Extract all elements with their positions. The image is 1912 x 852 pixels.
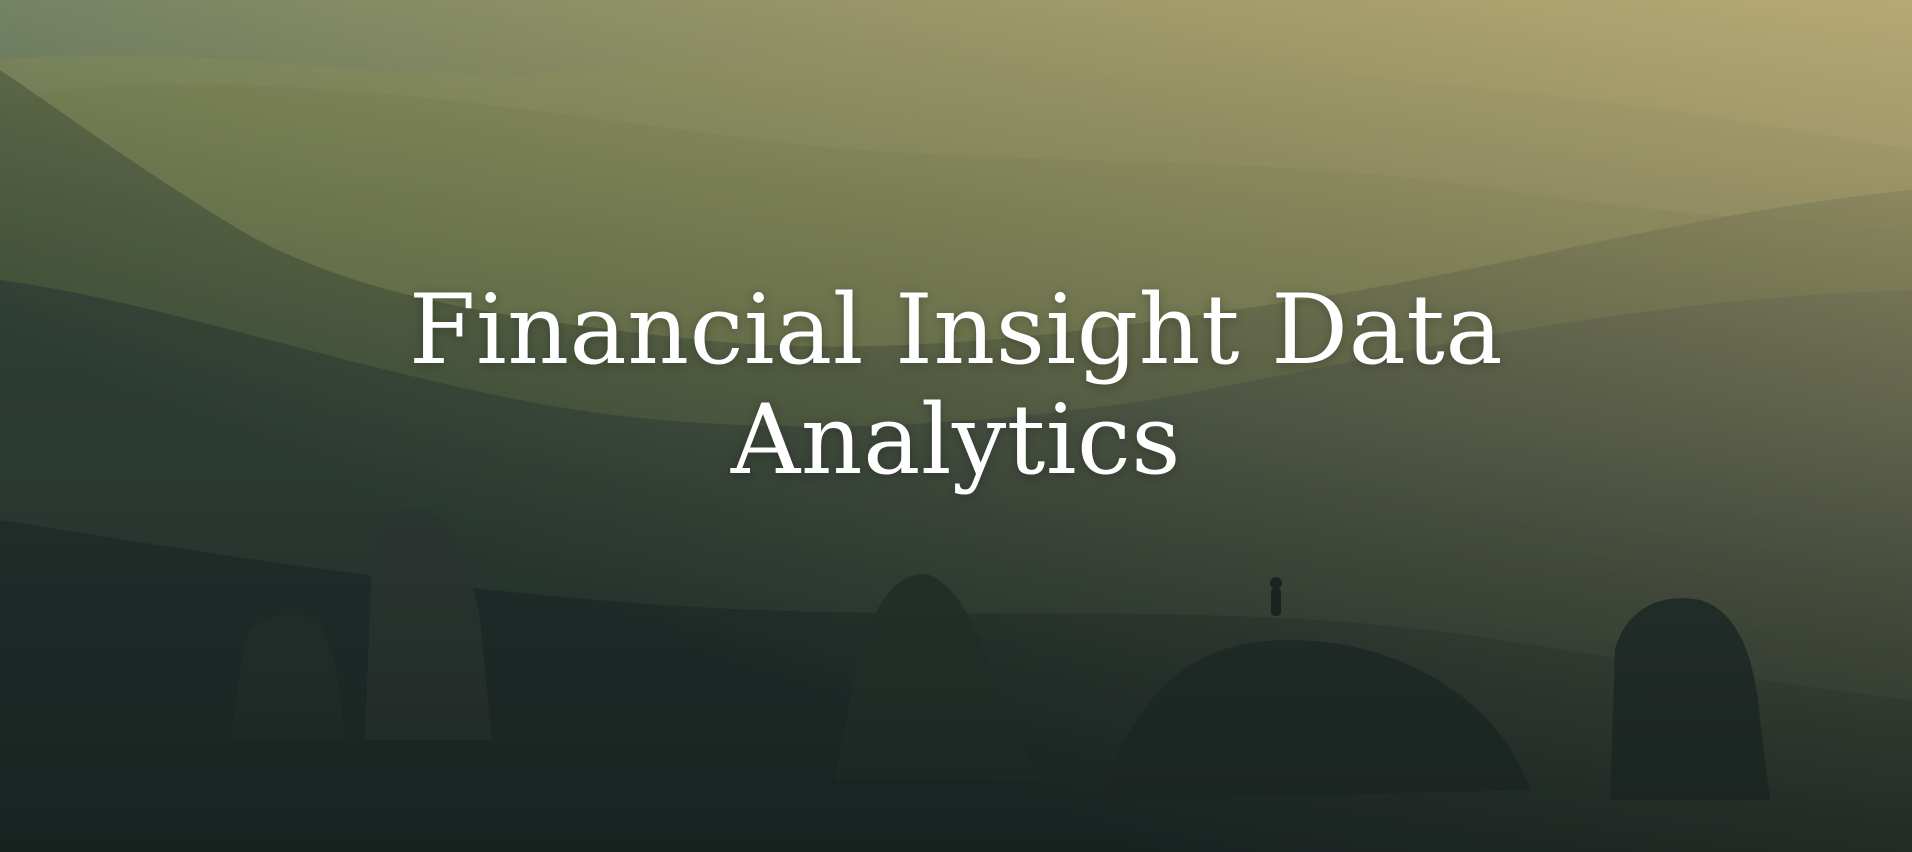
hero-title-line-1: Financial Insight Data xyxy=(408,274,1504,386)
hero-section: Financial Insight Data Analytics xyxy=(0,0,1912,852)
hero-title-line-2: Analytics xyxy=(730,384,1182,496)
hero-title: Financial Insight Data Analytics xyxy=(0,275,1912,495)
